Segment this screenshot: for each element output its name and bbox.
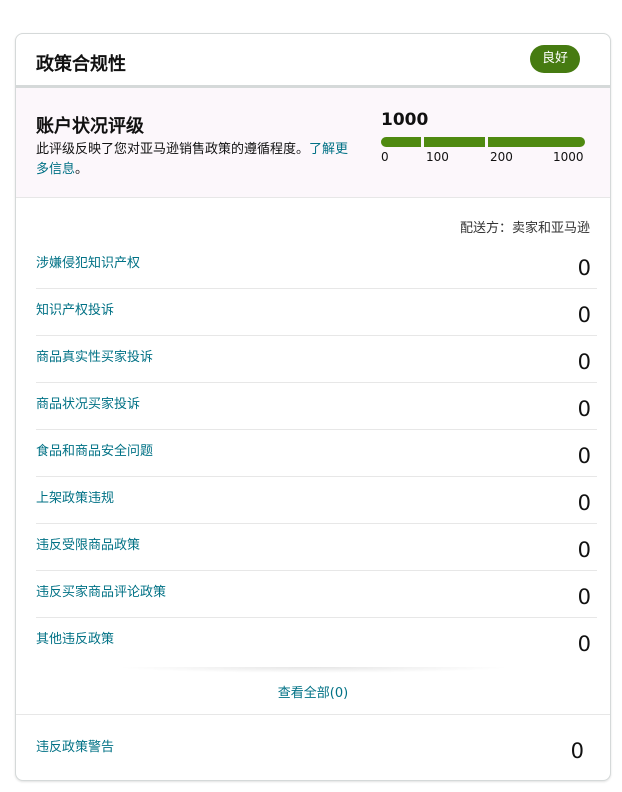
metric-row-authenticity-complaints: 商品真实性买家投诉 0 [36,336,597,383]
health-bar-segment-1 [381,137,421,147]
card-header: 政策合规性 良好 [16,34,610,88]
metric-row-restricted-products: 违反受限商品政策 0 [36,524,597,571]
metric-count: 0 [577,491,591,515]
metric-count: 0 [577,350,591,374]
bar-tick-1000: 1000 [553,150,584,164]
metric-row-review-policy: 违反买家商品评论政策 0 [36,571,597,618]
metric-count: 0 [577,444,591,468]
health-bar-segment-2 [424,137,485,147]
metric-link-condition-complaints[interactable]: 商品状况买家投诉 [36,393,140,412]
metric-link-restricted-products[interactable]: 违反受限商品政策 [36,534,140,553]
metric-link-ip-complaints[interactable]: 知识产权投诉 [36,299,114,318]
health-rating-bar [381,137,585,147]
metric-row-ip-complaints: 知识产权投诉 0 [36,289,597,336]
metric-link-other-violations[interactable]: 其他违反政策 [36,628,114,647]
metric-count: 0 [577,256,591,280]
bar-tick-200: 200 [490,150,513,164]
metric-count: 0 [577,538,591,562]
metric-link-food-safety[interactable]: 食品和商品安全问题 [36,440,153,459]
metric-count: 0 [577,397,591,421]
metric-link-listing-violations[interactable]: 上架政策违规 [36,487,114,506]
metric-link-review-policy[interactable]: 违反买家商品评论政策 [36,581,166,600]
card-title: 政策合规性 [36,54,126,75]
description-text: 此评级反映了您对亚马逊销售政策的遵循程度。 [36,142,310,157]
view-all-link[interactable]: 查看全部(0) [16,682,610,701]
policy-warnings-link[interactable]: 违反政策警告 [36,736,114,755]
policy-compliance-card: 政策合规性 良好 账户状况评级 此评级反映了您对亚马逊销售政策的遵循程度。了解更… [15,33,611,781]
metric-link-authenticity-complaints[interactable]: 商品真实性买家投诉 [36,346,153,365]
description-end: 。 [75,162,89,177]
metric-count: 0 [577,632,591,656]
metric-row-suspected-ip-violations: 涉嫌侵犯知识产权 0 [36,242,597,289]
health-bar-segment-3 [488,137,585,147]
account-health-title: 账户状况评级 [36,116,144,137]
bar-tick-0: 0 [381,150,389,164]
metric-row-condition-complaints: 商品状况买家投诉 0 [36,383,597,430]
metric-row-listing-violations: 上架政策违规 0 [36,477,597,524]
metric-count: 0 [577,585,591,609]
account-health-score: 1000 [381,110,429,130]
metric-list: 涉嫌侵犯知识产权 0 知识产权投诉 0 商品真实性买家投诉 0 商品状况买家投诉… [36,242,597,665]
account-health-description: 此评级反映了您对亚马逊销售政策的遵循程度。了解更多信息。 [36,140,356,180]
policy-warnings-row: 违反政策警告 0 [16,714,610,780]
metric-row-food-safety: 食品和商品安全问题 0 [36,430,597,477]
fulfilled-by-label: 配送方：卖家和亚马逊 [459,221,590,236]
status-badge: 良好 [529,45,580,73]
bar-tick-100: 100 [426,150,449,164]
metric-row-other-violations: 其他违反政策 0 [36,618,597,665]
account-health-panel: 账户状况评级 此评级反映了您对亚马逊销售政策的遵循程度。了解更多信息。 1000… [16,88,610,198]
section-divider [116,667,512,673]
metric-count: 0 [577,303,591,327]
policy-warnings-count: 0 [570,739,584,763]
metric-link-suspected-ip-violations[interactable]: 涉嫌侵犯知识产权 [36,252,140,271]
